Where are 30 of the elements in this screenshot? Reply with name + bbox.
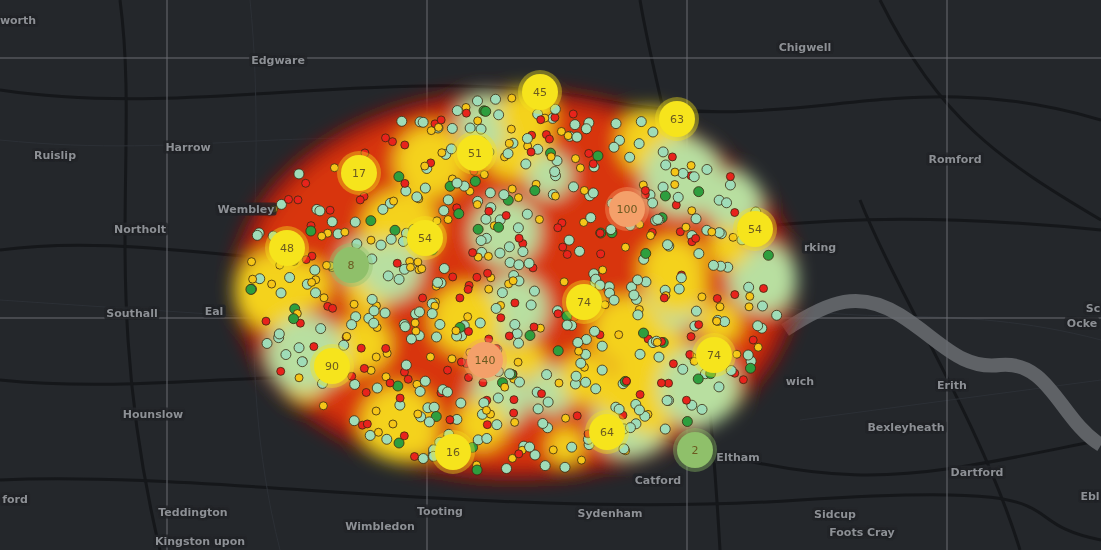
place-label: Southall	[104, 306, 160, 320]
place-label: Northolt	[112, 222, 168, 236]
place-label: Eal	[202, 304, 226, 318]
place-label: Dartford	[948, 465, 1006, 479]
place-label: Wimbledon	[343, 519, 417, 533]
place-label: Bexleyheath	[865, 420, 947, 434]
place-label: Ocke	[1064, 316, 1100, 330]
place-label: Romford	[926, 152, 984, 166]
place-label: Foots Cray	[827, 525, 897, 539]
place-label: Tooting	[415, 504, 465, 518]
place-label: Chigwell	[776, 40, 834, 54]
place-label: Sidcup	[812, 507, 858, 521]
place-label: Edgware	[249, 53, 307, 67]
cluster-marker[interactable]: 45	[522, 74, 558, 110]
place-label: Sydenham	[575, 506, 645, 520]
place-label: Teddington	[156, 505, 230, 519]
place-label: wich	[783, 374, 817, 388]
place-label: rking	[801, 240, 839, 254]
place-label: Sc	[1083, 301, 1101, 315]
place-label: Eltham	[714, 450, 762, 464]
place-label: Erith	[935, 378, 969, 392]
place-label: Wembley	[215, 202, 277, 216]
cluster-marker[interactable]: 63	[659, 101, 695, 137]
place-label: worth	[0, 13, 39, 27]
cluster-marker[interactable]: 2	[677, 432, 713, 468]
place-label: Hounslow	[120, 407, 186, 421]
place-label: ford	[0, 492, 30, 506]
place-label: Catford	[632, 473, 684, 487]
place-label: Harrow	[163, 140, 213, 154]
place-label: Ruislip	[32, 148, 78, 162]
